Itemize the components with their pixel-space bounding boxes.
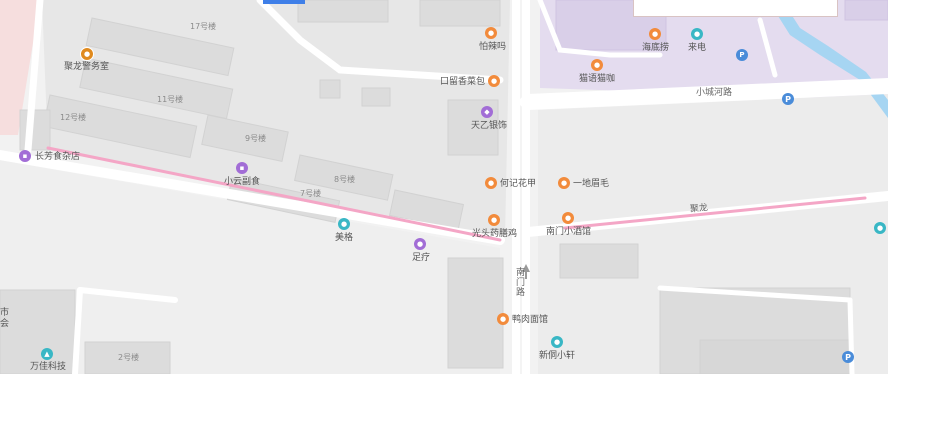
poi-label-xiaoyun[interactable]: 小云副食 (224, 177, 260, 188)
restroom-icon[interactable]: ● (874, 222, 886, 234)
accessible-parking-icon[interactable]: P (736, 49, 748, 61)
poi-label-kouliuxiang[interactable]: 口留香菜包 (440, 77, 485, 88)
restaurant-icon[interactable]: ● (485, 177, 497, 189)
restaurant-icon[interactable]: ● (488, 75, 500, 87)
building-11-label: 11号楼 (157, 95, 184, 104)
map-base-layer (0, 0, 888, 374)
poi-label-changfang[interactable]: 长芳食杂店 (35, 152, 80, 163)
parking-icon[interactable]: P (782, 93, 794, 105)
parking-icon[interactable]: P (842, 351, 854, 363)
police-station-icon[interactable]: ● (80, 47, 94, 61)
top-info-panel (633, 0, 838, 17)
road-label-julong: 聚龙 (689, 203, 709, 215)
poi-label-yarou[interactable]: 鸭肉面馆 (512, 315, 548, 326)
poi-label-heji[interactable]: 何记花甲 (500, 179, 536, 190)
charging-icon[interactable]: ● (691, 28, 703, 40)
restaurant-icon[interactable]: ● (497, 313, 509, 325)
poi-label-laidian[interactable]: 来电 (688, 43, 706, 54)
massage-icon[interactable]: ● (414, 238, 426, 250)
building-8-label: 8号楼 (334, 175, 356, 184)
poi-label-yidi[interactable]: 一地眉毛 (573, 179, 609, 190)
poi-label-palami[interactable]: 怕辣吗 (479, 42, 506, 53)
building-12-label: 12号楼 (60, 113, 87, 122)
restaurant-icon[interactable]: ● (558, 177, 570, 189)
building-17-label: 17号楼 (190, 22, 217, 31)
shop-icon[interactable]: ▪ (236, 162, 248, 174)
poi-label-wanjia[interactable]: 万佳科技 (30, 362, 66, 373)
poi-label-tianyi[interactable]: 天乙银饰 (471, 121, 507, 132)
poi-teal-icon[interactable]: ● (551, 336, 563, 348)
restaurant-icon[interactable]: ● (485, 27, 497, 39)
top-control-button[interactable] (263, 0, 305, 4)
poi-label-guangtou[interactable]: 光头药膳鸡 (472, 229, 517, 240)
poi-label-maoyu[interactable]: 猫语猫咖 (579, 74, 615, 85)
map-canvas[interactable]: 17号楼 11号楼 12号楼 9号楼 8号楼 7号楼 2号楼 小城河路 南门路 … (0, 0, 888, 374)
building-7-label: 7号楼 (300, 189, 322, 198)
road-label-xiaochenghe: 小城河路 (696, 88, 733, 98)
jewelry-shop-icon[interactable]: ◆ (481, 106, 493, 118)
poi-label-shi-hui: 市 会 (0, 308, 10, 329)
bar-icon[interactable]: ● (562, 212, 574, 224)
poi-label-xinyi[interactable]: 新侗小轩 (539, 351, 575, 362)
road-label-nanmen: 南门路 (515, 268, 525, 298)
building-9-label: 9号楼 (245, 134, 267, 143)
beauty-salon-icon[interactable]: ● (338, 218, 350, 230)
company-icon[interactable]: ▲ (41, 348, 53, 360)
restaurant-icon[interactable]: ● (649, 28, 661, 40)
poi-label-nanmen-bar[interactable]: 南门小酒馆 (546, 227, 591, 238)
building-2-label: 2号楼 (118, 353, 140, 362)
poi-label-zuliao[interactable]: 足疗 (412, 253, 430, 264)
restaurant-icon[interactable]: ● (488, 214, 500, 226)
poi-label-haidilao[interactable]: 海底捞 (642, 43, 669, 54)
poi-label-julong-police[interactable]: 聚龙警务室 (64, 62, 109, 73)
poi-label-meige[interactable]: 美格 (335, 233, 353, 244)
cafe-icon[interactable]: ● (591, 59, 603, 71)
shop-icon[interactable]: ▪ (19, 150, 31, 162)
